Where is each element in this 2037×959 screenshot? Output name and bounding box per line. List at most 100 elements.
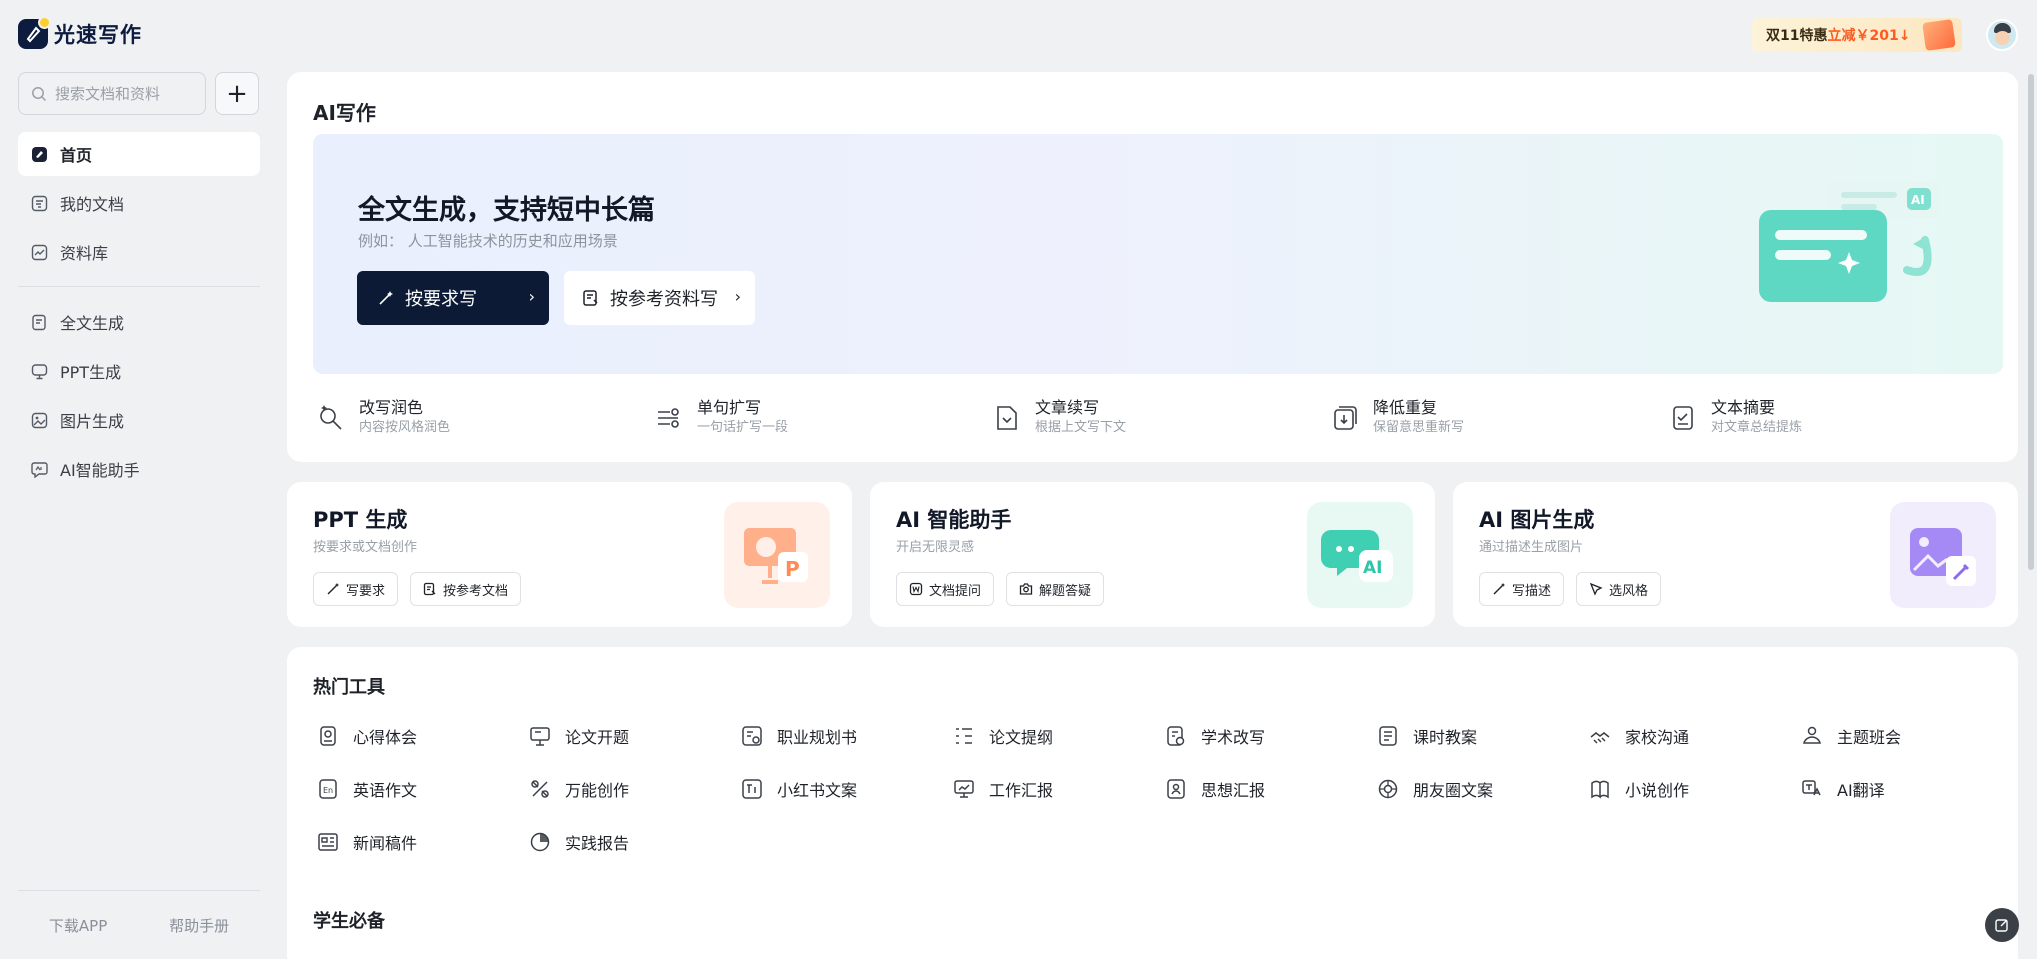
promo-banner[interactable]: 双11特惠 立减￥201↓ [1752,18,1962,52]
hot-tool-item[interactable]: 家校沟通 [1589,719,1801,753]
add-button[interactable]: + [215,72,259,115]
hot-tool-label: AI翻译 [1837,781,1885,800]
edit-icon [1995,919,2008,932]
translate-icon [1802,780,1821,796]
plus-icon: + [226,78,248,109]
feedback-button[interactable] [1985,908,2019,942]
hot-tool-item[interactable]: AI翻译 [1801,772,2013,806]
library-icon [31,244,48,261]
tool-desc: 内容按风格润色 [359,420,451,435]
feature-title: AI 图片生成 [1479,508,1595,532]
search-input[interactable] [55,84,195,103]
home-icon [31,146,48,163]
avatar[interactable] [1986,19,2018,51]
expand-icon [658,408,679,428]
sidebar-item-ppt[interactable]: PPT生成 [18,349,260,393]
word-doc-icon [909,582,923,596]
hot-tool-item[interactable]: En 英语作文 [317,772,529,806]
sidebar-item-label: 资料库 [60,244,109,263]
hot-tool-item[interactable]: 论文提纲 [953,719,1165,753]
feature-subtitle: 开启无限灵感 [896,540,975,555]
svg-text:En: En [323,786,333,795]
document-sparkle-illustration: AI [1759,182,1939,302]
svg-text:AI: AI [1363,558,1382,578]
nav-divider [18,286,260,287]
tool-expand[interactable]: 单句扩写 一句话扩写一段 [655,398,993,438]
tool-continue[interactable]: 文章续写 根据上文写下文 [993,398,1331,438]
hot-tool-item[interactable]: 学术改写 [1165,719,1377,753]
tool-dedupe[interactable]: 降低重复 保留意思重新写 [1331,398,1669,438]
hot-tool-item[interactable]: 小说创作 [1589,772,1801,806]
tool-name: 改写润色 [359,398,424,417]
hot-tool-item[interactable]: 课时教案 [1377,719,1589,753]
hot-tool-label: 职业规划书 [777,728,858,747]
sidebar-item-ai-assistant[interactable]: AI智能助手 [18,447,260,491]
write-by-reference-button[interactable]: 按参考资料写 › [564,271,755,325]
hot-tool-item[interactable]: 实践报告 [529,825,741,859]
sidebar-item-library[interactable]: 资料库 [18,230,260,274]
brush-icon [1589,582,1603,596]
pen-icon [327,583,339,595]
universal-create-icon [531,780,549,798]
write-description-chip[interactable]: 写描述 [1479,572,1565,606]
help-manual-link[interactable]: 帮助手册 [169,915,229,936]
news-icon [318,833,338,851]
sidebar-item-image[interactable]: 图片生成 [18,398,260,442]
sidebar-item-fulltext[interactable]: 全文生成 [18,300,260,344]
scrollbar[interactable] [2028,74,2034,570]
hot-tool-item[interactable]: 工作汇报 [953,772,1165,806]
feature-title: PPT 生成 [313,508,408,532]
hot-tools-grid: 心得体会 论文开题 职业规划书 论文提纲 学术改写 课时教案 家校沟通 主题班会… [317,719,2017,859]
write-requirement-chip[interactable]: 写要求 [313,572,399,606]
ai-image-feature-card[interactable]: AI 图片生成 通过描述生成图片 写描述 选风格 [1453,482,2018,627]
hot-tool-item[interactable]: 思想汇报 [1165,772,1377,806]
career-plan-icon [742,726,762,746]
hot-tool-label: 新闻稿件 [353,834,418,853]
hot-tool-item[interactable]: 职业规划书 [741,719,953,753]
hot-tool-label: 论文提纲 [989,728,1054,747]
hot-tool-item[interactable]: 论文开题 [529,719,741,753]
image-icon [31,412,48,429]
hot-tool-item[interactable]: 主题班会 [1801,719,2013,753]
tool-summary[interactable]: 文本摘要 对文章总结提炼 [1669,398,2007,438]
ai-chat-icon [31,461,48,478]
practice-report-icon [530,832,550,852]
sidebar-item-home[interactable]: 首页 [18,132,260,176]
writing-tools-row: 改写润色内容按风格润色 单句扩写 一句话扩写一段 文章续写 根据上文写下文 降低重复… [317,398,2007,438]
hot-tool-item[interactable]: 万能创作 [529,772,741,806]
hot-tool-label: 小说创作 [1625,781,1690,800]
hot-tool-label: 小红书文案 [777,781,858,800]
presentation-illustration: P [724,502,830,608]
tool-polish[interactable]: 改写润色内容按风格润色 [317,398,655,438]
chip-label: 写描述 [1512,583,1552,599]
xiaohongshu-icon [742,779,762,799]
insight-icon [320,726,336,746]
hot-tool-item[interactable]: 朋友圈文案 [1377,772,1589,806]
write-by-requirement-button[interactable]: 按要求写 › [357,271,549,325]
fulltext-icon [31,314,48,331]
primary-button-label: 按要求写 [405,289,477,310]
app-logo[interactable]: 光速写作 [18,16,142,49]
doc-question-chip[interactable]: 文档提问 [896,572,995,606]
hot-tool-label: 英语作文 [353,781,418,800]
ai-writing-title: AI写作 [313,101,376,125]
hot-tool-item[interactable]: 小红书文案 [741,772,953,806]
search-icon [32,86,47,101]
ppt-feature-card[interactable]: PPT 生成 按要求或文档创作 写要求 按参考文档 P [287,482,852,627]
hot-tool-item[interactable]: 新闻稿件 [317,825,529,859]
reference-doc-chip[interactable]: 按参考文档 [410,572,522,606]
novel-icon [1591,780,1609,799]
dedupe-icon [1334,406,1357,430]
promo-prefix: 双11特惠 [1766,28,1828,44]
outline-icon [956,728,972,744]
download-app-link[interactable]: 下载APP [49,915,107,936]
thesis-proposal-icon [530,727,550,746]
search-field[interactable] [18,72,206,115]
choose-style-chip[interactable]: 选风格 [1576,572,1662,606]
solve-question-chip[interactable]: 解题答疑 [1006,572,1105,606]
hot-tool-label: 思想汇报 [1201,781,1266,800]
tool-name: 文本摘要 [1711,398,1776,417]
sidebar-item-my-documents[interactable]: 我的文档 [18,181,260,225]
ai-assistant-feature-card[interactable]: AI 智能助手 开启无限灵感 文档提问 解题答疑 AI [870,482,1435,627]
hot-tool-item[interactable]: 心得体会 [317,719,529,753]
